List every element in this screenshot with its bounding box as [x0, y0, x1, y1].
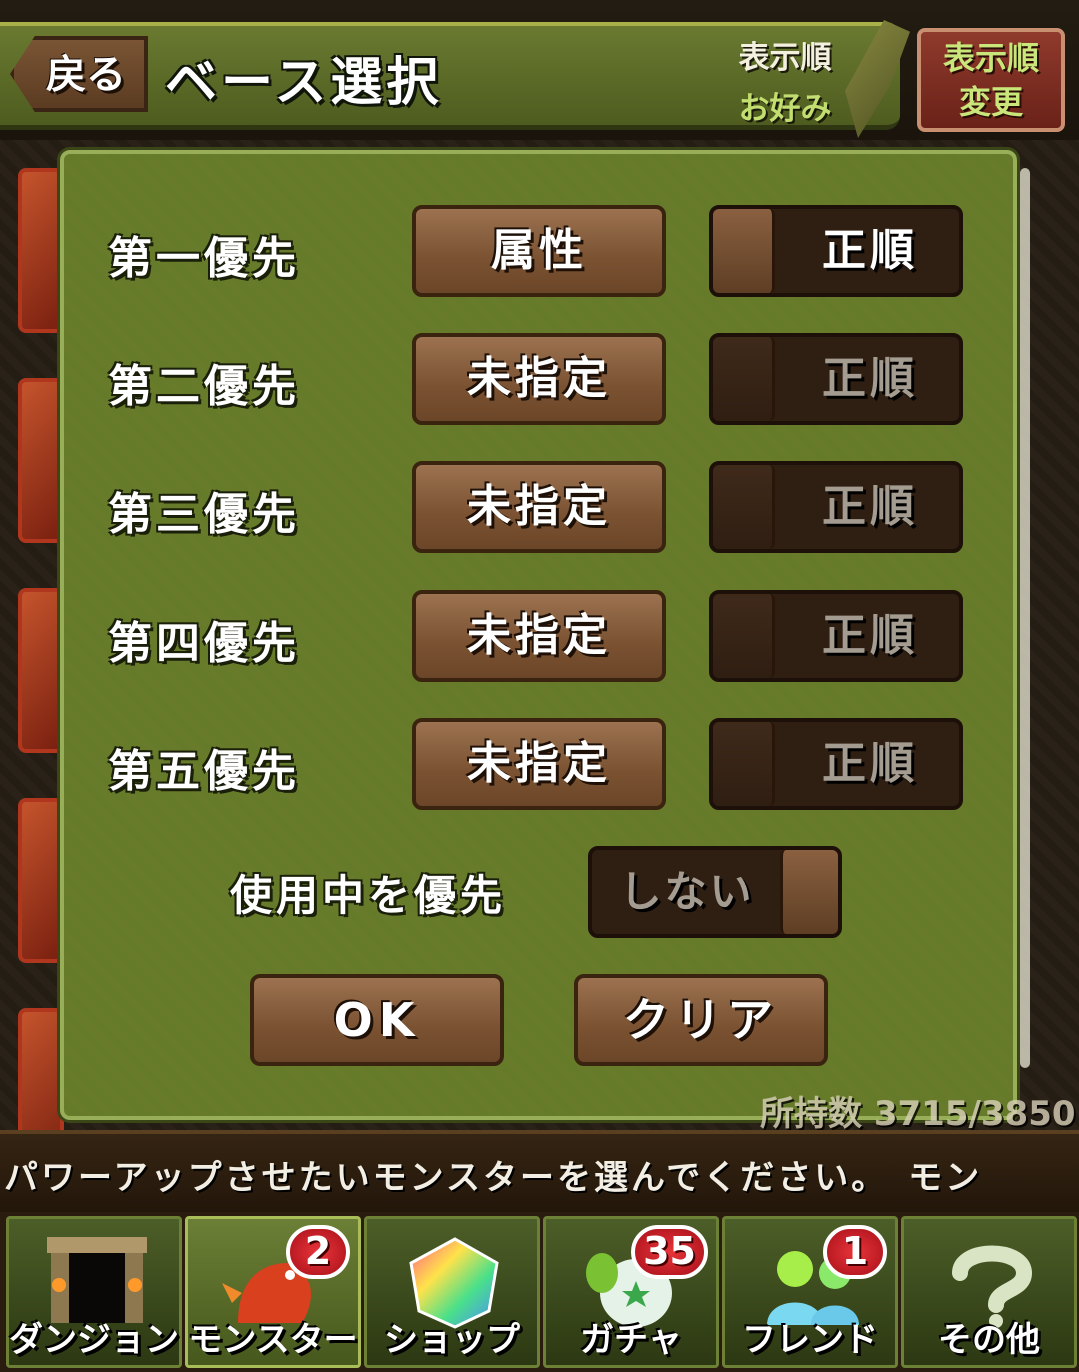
priority-4-label: 第四優先	[108, 618, 300, 669]
priority-5-attribute-button[interactable]: 未指定	[412, 718, 666, 810]
priority-3-order-toggle[interactable]: 正順	[709, 461, 963, 553]
nav-dungeon[interactable]: ダンジョン	[6, 1216, 182, 1368]
use-priority-label: 使用中を優先	[230, 871, 507, 920]
toggle-knob	[780, 850, 838, 934]
priority-4-attribute-button[interactable]: 未指定	[412, 590, 666, 682]
nav-label: ショップ	[384, 1320, 520, 1360]
priority-2-attribute-button[interactable]: 未指定	[412, 333, 666, 425]
priority-4-order-toggle[interactable]: 正順	[709, 590, 963, 682]
priority-1-order-label: 正順	[822, 225, 918, 276]
clear-button[interactable]: クリア	[574, 974, 828, 1066]
priority-1-label: 第一優先	[108, 233, 300, 284]
toggle-knob	[713, 209, 775, 293]
monster-card-column	[18, 160, 64, 1173]
sort-order-value: お好み	[738, 91, 832, 127]
priority-2-order-label: 正順	[822, 353, 918, 404]
toggle-knob	[713, 337, 775, 421]
nav-other[interactable]: その他	[901, 1216, 1077, 1368]
gacha-badge: 35	[631, 1225, 708, 1279]
priority-1-attribute-button[interactable]: 属性	[412, 205, 666, 297]
sort-order-info: 表示順 お好み	[720, 32, 850, 128]
monster-card	[18, 588, 64, 753]
toggle-knob	[713, 465, 775, 549]
priority-5-label: 第五優先	[108, 746, 300, 797]
page-title: ベース選択	[165, 53, 443, 113]
monster-card	[18, 798, 64, 963]
nav-shop[interactable]: ショップ	[364, 1216, 540, 1368]
monster-badge: 2	[286, 1225, 350, 1279]
friend-badge: 1	[823, 1225, 887, 1279]
nav-label: ガチャ	[580, 1320, 682, 1360]
priority-2-order-toggle[interactable]: 正順	[709, 333, 963, 425]
priority-5-order-label: 正順	[822, 738, 918, 789]
nav-label: ダンジョン	[9, 1320, 179, 1360]
priority-4-order-label: 正順	[822, 610, 918, 661]
monster-card	[18, 168, 64, 333]
nav-label: その他	[938, 1320, 1040, 1360]
toggle-knob	[713, 722, 775, 806]
sort-order-label: 表示順	[738, 40, 832, 76]
scrollbar[interactable]	[1020, 168, 1030, 1068]
header: 戻る ベース選択 表示順 お好み 表示順 変更	[0, 0, 1079, 140]
use-priority-toggle[interactable]: しない	[588, 846, 842, 938]
box-count: 所持数 3715/3850	[760, 1094, 1076, 1134]
screen: 戻る ベース選択 表示順 お好み 表示順 変更 第一優先 属性 正順 第二優先 …	[0, 0, 1079, 1372]
sort-change-line2: 変更	[958, 83, 1023, 121]
ok-button[interactable]: OK	[250, 974, 504, 1066]
sort-change-line1: 表示順	[942, 39, 1039, 77]
monster-card	[18, 378, 64, 543]
nav-gacha[interactable]: 35 ガチャ	[543, 1216, 719, 1368]
priority-2-label: 第二優先	[108, 361, 300, 412]
sort-change-button[interactable]: 表示順 変更	[917, 28, 1065, 132]
toggle-knob	[713, 594, 775, 678]
back-button[interactable]: 戻る	[10, 36, 148, 112]
priority-3-label: 第三優先	[108, 489, 300, 540]
nav-monster[interactable]: 2 モンスター	[185, 1216, 361, 1368]
instruction-message: パワーアップさせたいモンスターを選んでください。 モン	[4, 1158, 983, 1198]
use-priority-value: しない	[619, 867, 755, 916]
priority-3-attribute-button[interactable]: 未指定	[412, 461, 666, 553]
nav-friend[interactable]: 1 フレンド	[722, 1216, 898, 1368]
priority-3-order-label: 正順	[822, 481, 918, 532]
priority-1-order-toggle[interactable]: 正順	[709, 205, 963, 297]
priority-5-order-toggle[interactable]: 正順	[709, 718, 963, 810]
nav-label: フレンド	[742, 1320, 878, 1360]
nav-label: モンスター	[188, 1320, 358, 1360]
